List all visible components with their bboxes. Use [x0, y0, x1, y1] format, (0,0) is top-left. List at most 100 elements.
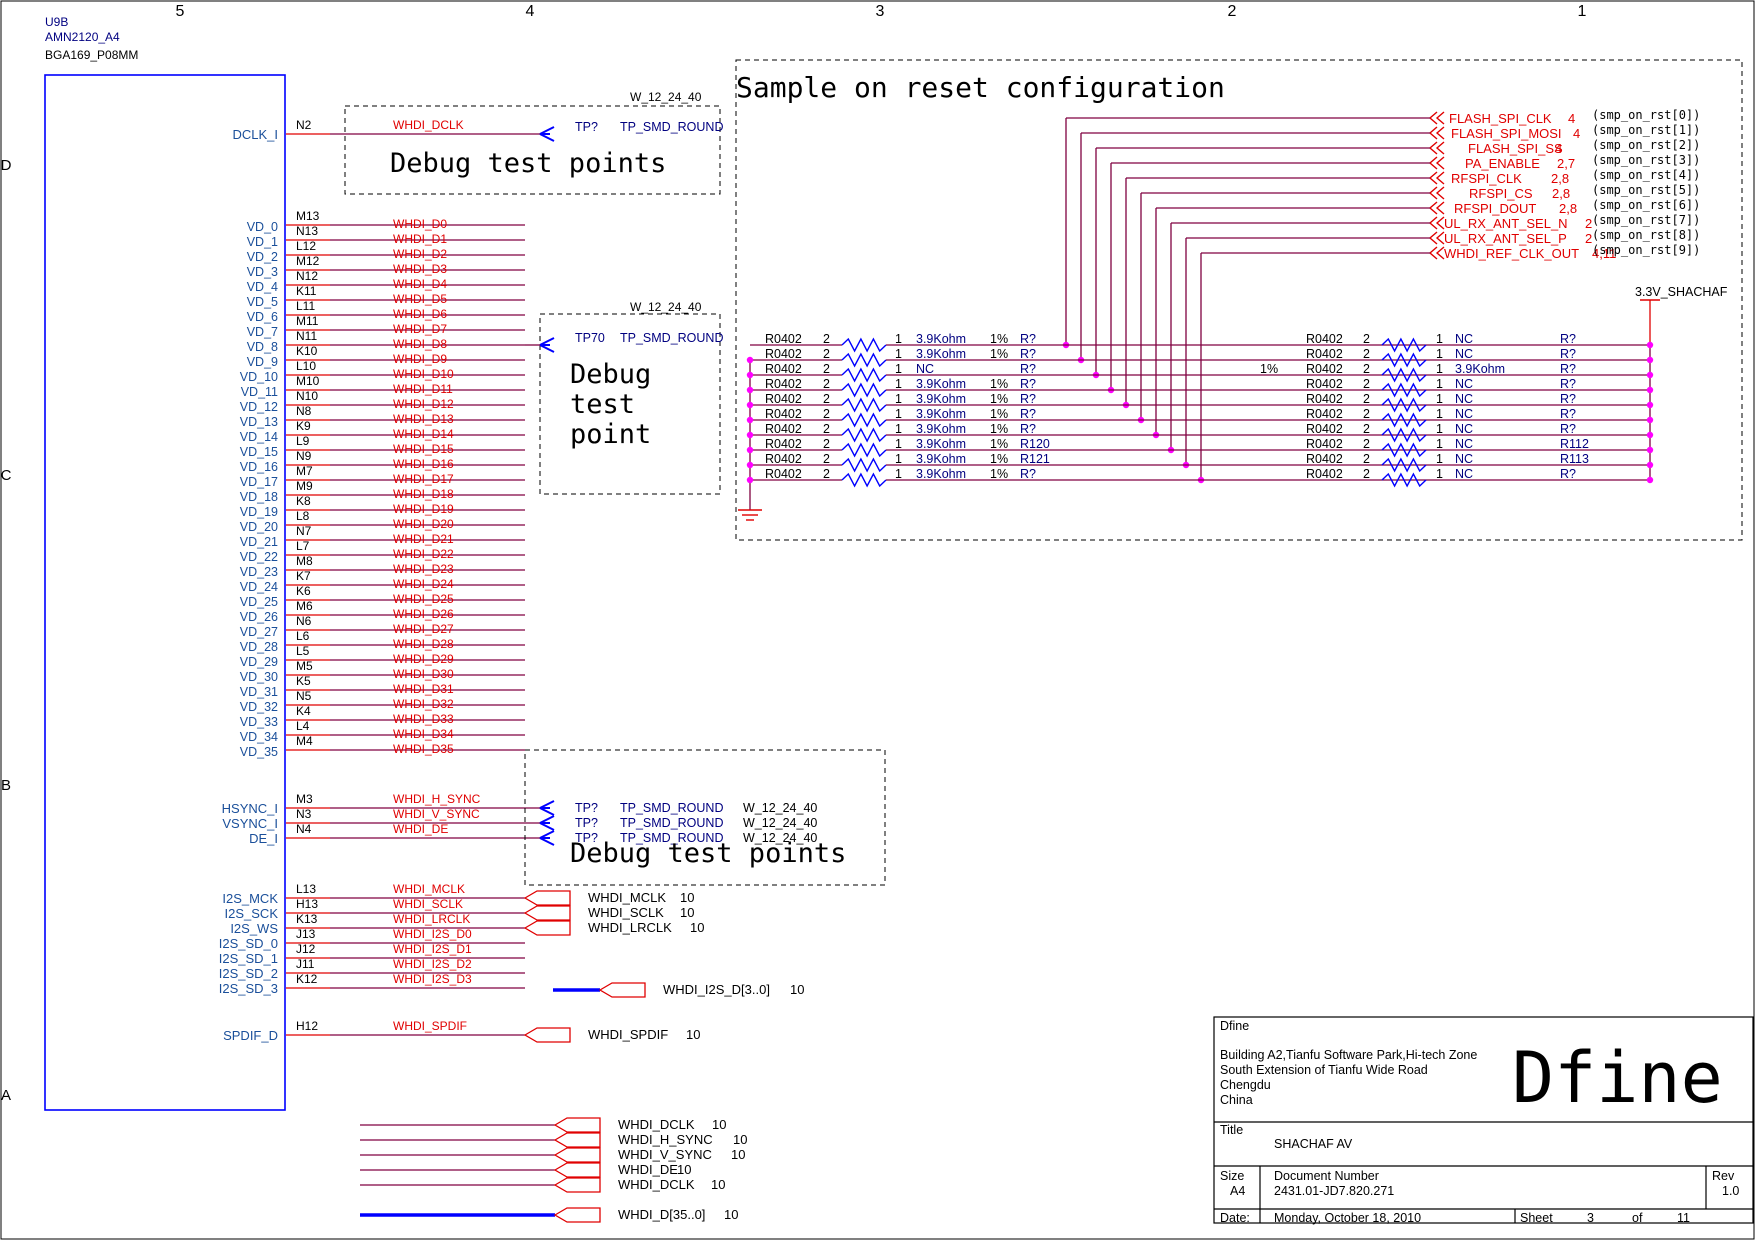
resistor-package: R0402 — [1306, 467, 1343, 481]
pin-name: VD_27 — [240, 625, 278, 639]
resistor-tolerance: 1% — [990, 347, 1008, 361]
smp-on-rst-comment: (smp_on_rst[3]) — [1592, 153, 1700, 167]
resistor-pin: 1 — [895, 452, 902, 466]
net-label: WHDI_D3 — [393, 262, 447, 276]
junction-dot — [1646, 356, 1654, 364]
net-page: 2,8 — [1552, 186, 1570, 201]
resistor-reference: R? — [1020, 332, 1036, 346]
column-marker: 2 — [1228, 3, 1237, 20]
net-label: WHDI_V_SYNC — [393, 807, 480, 821]
pin-number: M6 — [296, 599, 313, 613]
net-label: WHDI_DCLK — [393, 118, 464, 132]
resistor-pin: 2 — [823, 377, 830, 391]
net-label: WHDI_D22 — [393, 547, 454, 561]
pin-name: VD_15 — [240, 445, 278, 459]
pin-name: VD_5 — [247, 295, 278, 309]
offpage-label: WHDI_SPDIF — [588, 1027, 668, 1042]
resistor-pin: 2 — [1363, 377, 1370, 391]
net-label: WHDI_D2 — [393, 247, 447, 261]
resistor-value: NC — [1455, 422, 1473, 436]
pin-number: L10 — [296, 359, 316, 373]
resistor-package: R0402 — [1306, 437, 1343, 451]
pin-name: VD_17 — [240, 475, 278, 489]
rev-label: Rev — [1712, 1169, 1735, 1183]
offpage-page: 10 — [690, 920, 704, 935]
of-label: of — [1632, 1211, 1643, 1225]
pin-number: M11 — [296, 314, 319, 328]
resistor-tolerance: 1% — [990, 332, 1008, 346]
tp-footprint: W_12_24_40 — [743, 801, 817, 815]
pin-number: M13 — [296, 209, 320, 223]
pin-name: VD_8 — [247, 340, 278, 354]
net-label: RFSPI_DOUT — [1454, 201, 1536, 216]
net-label: WHDI_D10 — [393, 367, 454, 381]
net-port — [1428, 126, 1445, 140]
resistor-pin: 2 — [823, 392, 830, 406]
pin-name: VD_24 — [240, 580, 278, 594]
pin-number: M5 — [296, 659, 313, 673]
pin-number: L12 — [296, 239, 316, 253]
pin-number: N3 — [296, 807, 312, 821]
revision: 1.0 — [1722, 1184, 1739, 1198]
pin-number: K6 — [296, 584, 311, 598]
sheet-size: A4 — [1230, 1184, 1245, 1198]
net-label: PA_ENABLE — [1465, 156, 1540, 171]
resistor-pin: 2 — [823, 332, 830, 346]
part-name: AMN2120_A4 — [45, 30, 120, 44]
offpage-connector — [598, 982, 646, 998]
pin-name: I2S_SD_3 — [219, 981, 278, 996]
pin-number: N7 — [296, 524, 312, 538]
test-point-symbol — [539, 815, 555, 831]
date-label: Date: — [1220, 1211, 1250, 1225]
offpage-connector — [523, 905, 571, 921]
resistor-pin: 1 — [1436, 452, 1443, 466]
resistor-value: 3.9Kohm — [916, 407, 966, 421]
resistor-package: R0402 — [1306, 377, 1343, 391]
resistor-pin: 1 — [1436, 362, 1443, 376]
net-label: WHDI_D19 — [393, 502, 454, 516]
debug-title: point — [570, 419, 651, 450]
pin-name: I2S_SD_1 — [219, 951, 278, 966]
smp-on-rst-comment: (smp_on_rst[7]) — [1592, 213, 1700, 227]
pin-number: J11 — [296, 957, 315, 971]
resistor-pin: 2 — [823, 407, 830, 421]
pin-name: VD_33 — [240, 715, 278, 729]
resistor-symbol — [841, 472, 887, 488]
resistor-reference: R? — [1560, 362, 1576, 376]
pin-number: L9 — [296, 434, 310, 448]
pin-number: N8 — [296, 404, 312, 418]
row-marker: D — [1, 157, 12, 174]
pin-number: L5 — [296, 644, 310, 658]
net-label: WHDI_D5 — [393, 292, 447, 306]
junction-dot — [746, 416, 754, 424]
pin-name: VD_1 — [247, 235, 278, 249]
pin-name: I2S_SD_0 — [219, 936, 278, 951]
company-address: Chengdu — [1220, 1078, 1271, 1092]
pin-number: M7 — [296, 464, 313, 478]
debug-title: Debug test points — [390, 148, 666, 179]
company-address: South Extension of Tianfu Wide Road — [1220, 1063, 1428, 1077]
net-label: WHDI_D14 — [393, 427, 454, 441]
offpage-connector — [523, 890, 571, 906]
net-label: WHDI_LRCLK — [393, 912, 470, 926]
net-label: WHDI_D26 — [393, 607, 454, 621]
net-port — [1428, 216, 1445, 230]
net-page: 2,8 — [1551, 171, 1569, 186]
reset-config-title: Sample on reset configuration — [736, 71, 1225, 104]
offpage-page: 10 — [731, 1147, 745, 1162]
offpage-page: 10 — [677, 1162, 691, 1177]
junction-dot — [746, 371, 754, 379]
test-point-symbol — [539, 337, 555, 353]
tp-value: TP_SMD_ROUND — [620, 816, 724, 830]
resistor-pin: 2 — [1363, 467, 1370, 481]
tp-footprint: W_12_24_40 — [630, 90, 702, 104]
pin-number: M4 — [296, 734, 313, 748]
offpage-label: WHDI_V_SYNC — [618, 1147, 712, 1162]
net-page: 2,8 — [1559, 201, 1577, 216]
resistor-pin: 2 — [823, 452, 830, 466]
net-label: FLASH_SPI_CLK — [1449, 111, 1552, 126]
pin-name: VD_26 — [240, 610, 278, 624]
tp-reference: TP? — [575, 816, 598, 830]
net-label: WHDI_D7 — [393, 322, 447, 336]
net-port — [1428, 246, 1445, 260]
